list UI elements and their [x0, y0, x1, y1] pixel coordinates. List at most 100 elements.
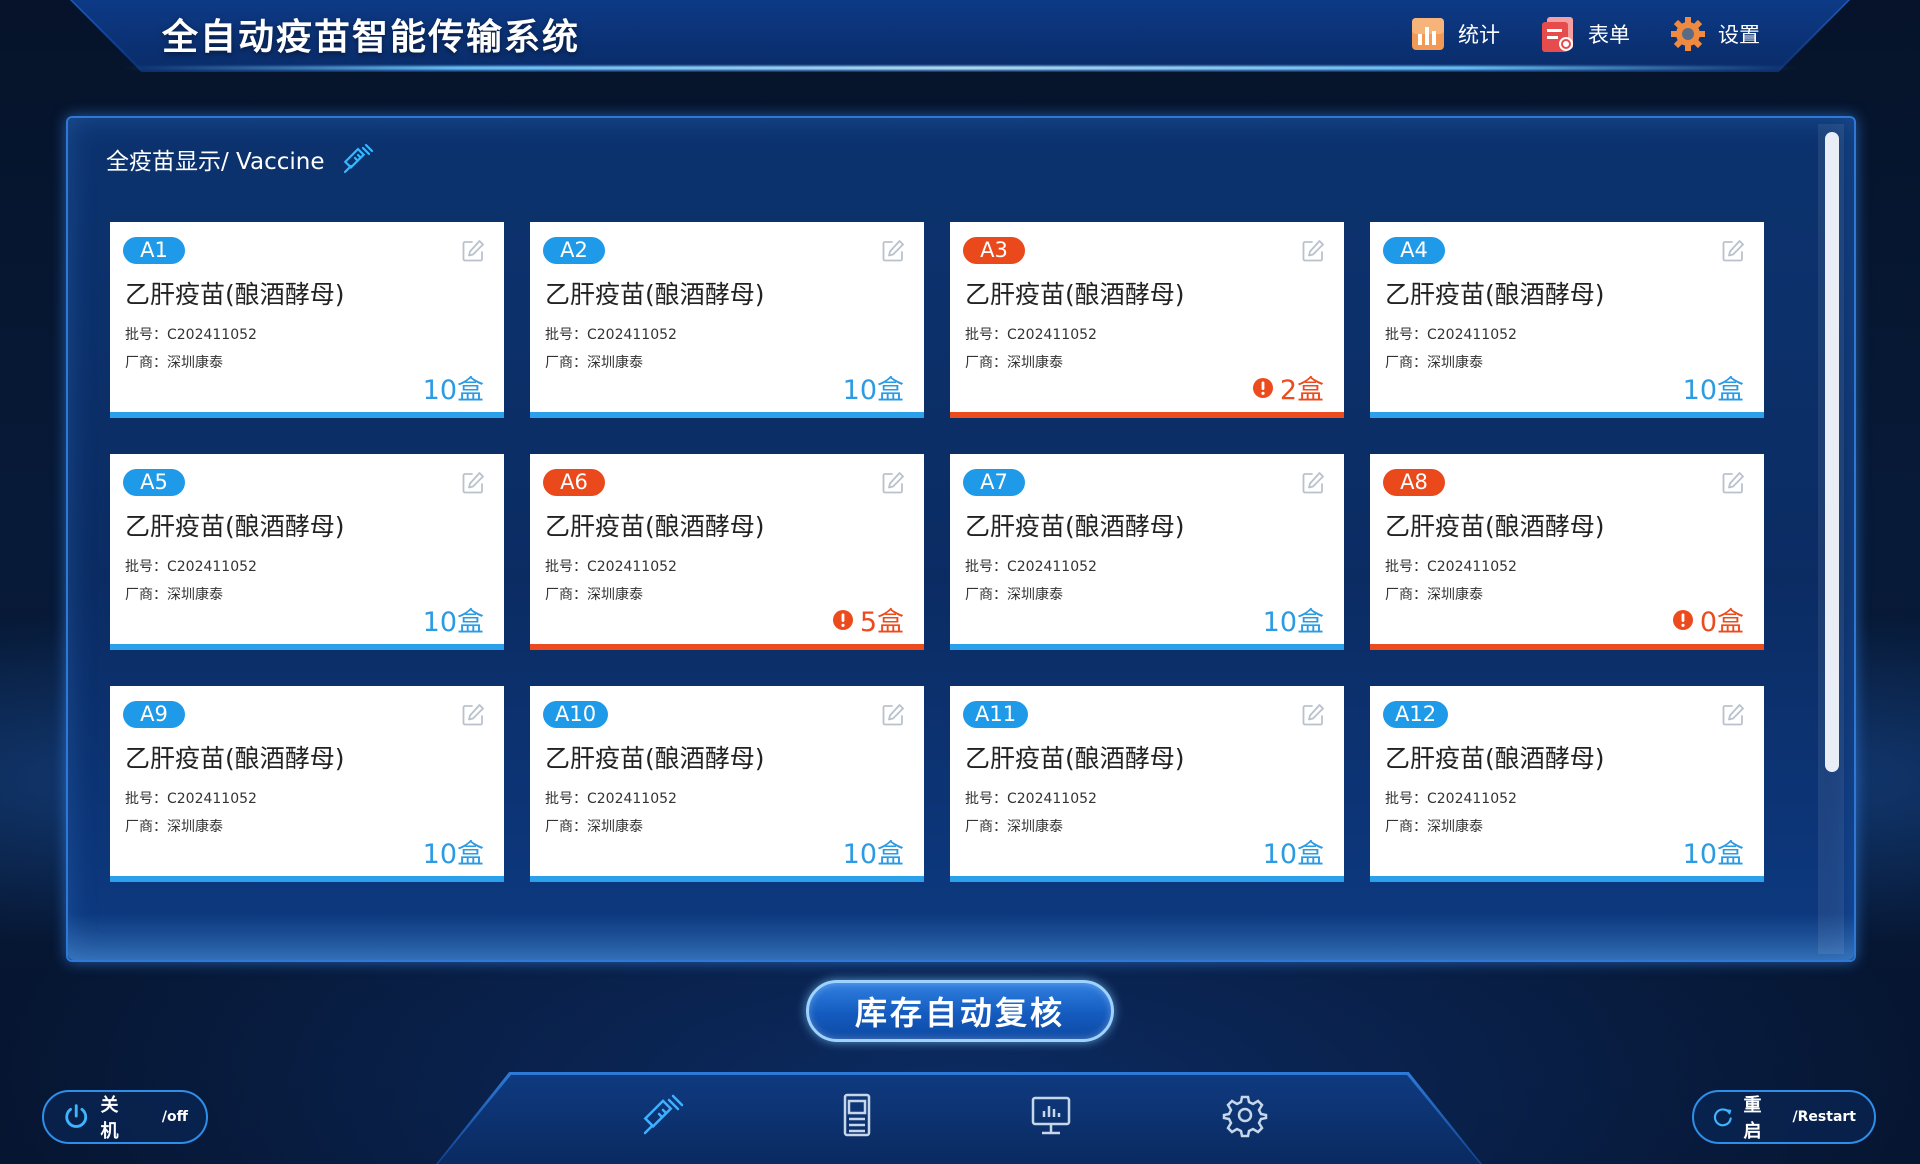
power-off-button[interactable]: 关 机 /off — [42, 1090, 208, 1144]
stock-quantity: 10盒 — [423, 368, 484, 407]
stock-quantity-value: 2盒 — [1279, 375, 1324, 406]
vaccine-name: 乙肝疫苗(酿酒酵母) — [545, 280, 765, 309]
stock-quantity: 10盒 — [1263, 600, 1324, 639]
stock-quantity-value: 10盒 — [842, 375, 904, 406]
vaccine-panel: 全疫苗显示/ Vaccine A1 乙肝疫苗(酿酒酵母) 批号：C202411052… — [66, 116, 1856, 962]
dock-settings-button[interactable] — [1222, 1092, 1268, 1138]
stock-quantity-value: 5盒 — [859, 607, 904, 638]
nav-form-label: 表单 — [1588, 23, 1630, 47]
vaccine-name: 乙肝疫苗(酿酒酵母) — [545, 744, 765, 773]
manufacturer: 厂商：深圳康泰 — [1385, 587, 1483, 603]
slot-tag: A7 — [963, 469, 1025, 496]
manufacturer: 厂商：深圳康泰 — [545, 355, 643, 371]
panel-scrollbar[interactable] — [1818, 124, 1844, 954]
power-off-label: 关 机 — [100, 1095, 123, 1142]
stock-quantity-value: 10盒 — [1682, 839, 1744, 870]
dock-monitor-button[interactable] — [1028, 1092, 1074, 1138]
dock-cabinet-button[interactable] — [834, 1092, 880, 1138]
restart-icon — [1713, 1108, 1732, 1127]
edit-icon[interactable] — [1720, 470, 1746, 496]
batch-number: 批号：C202411052 — [125, 559, 257, 575]
slot-tag: A10 — [543, 701, 609, 728]
slot-tag: A8 — [1383, 469, 1445, 496]
edit-icon[interactable] — [460, 702, 486, 728]
vaccine-name: 乙肝疫苗(酿酒酵母) — [965, 744, 1185, 773]
cabinet-icon — [843, 1093, 871, 1137]
scrollbar-thumb[interactable] — [1825, 132, 1839, 772]
manufacturer: 厂商：深圳康泰 — [965, 355, 1063, 371]
vaccine-card[interactable]: A10 乙肝疫苗(酿酒酵母) 批号：C202411052 厂商：深圳康泰 10盒 — [530, 686, 924, 882]
vaccine-name: 乙肝疫苗(酿酒酵母) — [125, 744, 345, 773]
edit-icon[interactable] — [1720, 702, 1746, 728]
stock-quantity: 10盒 — [843, 368, 904, 407]
edit-icon[interactable] — [880, 470, 906, 496]
vaccine-card[interactable]: A7 乙肝疫苗(酿酒酵母) 批号：C202411052 厂商：深圳康泰 10盒 — [950, 454, 1344, 650]
gear-icon — [1671, 17, 1705, 51]
vaccine-card[interactable]: A1 乙肝疫苗(酿酒酵母) 批号：C202411052 厂商：深圳康泰 10盒 — [110, 222, 504, 418]
vaccine-name: 乙肝疫苗(酿酒酵母) — [1385, 280, 1605, 309]
dock-vaccine-button[interactable] — [640, 1092, 686, 1138]
nav-form[interactable]: 表单 — [1538, 14, 1630, 54]
vaccine-card[interactable]: A5 乙肝疫苗(酿酒酵母) 批号：C202411052 厂商：深圳康泰 10盒 — [110, 454, 504, 650]
manufacturer: 厂商：深圳康泰 — [965, 819, 1063, 835]
vaccine-name: 乙肝疫苗(酿酒酵母) — [125, 512, 345, 541]
slot-tag: A1 — [123, 237, 185, 264]
vaccine-name: 乙肝疫苗(酿酒酵母) — [545, 512, 765, 541]
vaccine-name: 乙肝疫苗(酿酒酵母) — [965, 280, 1185, 309]
edit-icon[interactable] — [1300, 470, 1326, 496]
batch-number: 批号：C202411052 — [125, 791, 257, 807]
manufacturer: 厂商：深圳康泰 — [545, 587, 643, 603]
edit-icon[interactable] — [880, 238, 906, 264]
vaccine-name: 乙肝疫苗(酿酒酵母) — [1385, 744, 1605, 773]
stock-quantity: 10盒 — [423, 600, 484, 639]
batch-number: 批号：C202411052 — [545, 559, 677, 575]
vaccine-card[interactable]: A2 乙肝疫苗(酿酒酵母) 批号：C202411052 厂商：深圳康泰 10盒 — [530, 222, 924, 418]
manufacturer: 厂商：深圳康泰 — [125, 355, 223, 371]
vaccine-card[interactable]: A9 乙肝疫苗(酿酒酵母) 批号：C202411052 厂商：深圳康泰 10盒 — [110, 686, 504, 882]
slot-tag: A11 — [963, 701, 1029, 728]
vaccine-card[interactable]: A12 乙肝疫苗(酿酒酵母) 批号：C202411052 厂商：深圳康泰 10盒 — [1370, 686, 1764, 882]
edit-icon[interactable] — [1300, 702, 1326, 728]
gear-icon — [1222, 1095, 1268, 1138]
slot-tag: A6 — [543, 469, 605, 496]
manufacturer: 厂商：深圳康泰 — [1385, 355, 1483, 371]
alert-icon — [832, 609, 853, 630]
restart-button[interactable]: 重 启 /Restart — [1692, 1090, 1876, 1144]
nav-statistics[interactable]: 统计 — [1408, 14, 1500, 54]
stock-quantity-value: 10盒 — [1262, 607, 1324, 638]
edit-icon[interactable] — [1720, 238, 1746, 264]
manufacturer: 厂商：深圳康泰 — [125, 819, 223, 835]
syringe-icon — [643, 1094, 684, 1135]
slot-tag: A3 — [963, 237, 1025, 264]
batch-number: 批号：C202411052 — [1385, 791, 1517, 807]
edit-icon[interactable] — [1300, 238, 1326, 264]
vaccine-card[interactable]: A4 乙肝疫苗(酿酒酵母) 批号：C202411052 厂商：深圳康泰 10盒 — [1370, 222, 1764, 418]
edit-icon[interactable] — [460, 238, 486, 264]
slot-tag: A5 — [123, 469, 185, 496]
power-icon — [65, 1104, 88, 1128]
edit-icon[interactable] — [880, 702, 906, 728]
stock-quantity: 10盒 — [423, 832, 484, 871]
stock-quantity: 5盒 — [832, 600, 904, 639]
manufacturer: 厂商：深圳康泰 — [125, 587, 223, 603]
bar-chart-icon — [1412, 18, 1444, 50]
header-nav: 统计 表单 设置 — [1408, 14, 1760, 54]
vaccine-card[interactable]: A6 乙肝疫苗(酿酒酵母) 批号：C202411052 厂商：深圳康泰 5盒 — [530, 454, 924, 650]
manufacturer: 厂商：深圳康泰 — [545, 819, 643, 835]
manufacturer: 厂商：深圳康泰 — [965, 587, 1063, 603]
panel-title: 全疫苗显示/ Vaccine — [106, 142, 375, 176]
slot-tag: A2 — [543, 237, 605, 264]
restart-sublabel: /Restart — [1792, 1109, 1856, 1125]
auto-inventory-check-button[interactable]: 库存自动复核 — [806, 980, 1114, 1042]
vaccine-card[interactable]: A3 乙肝疫苗(酿酒酵母) 批号：C202411052 厂商：深圳康泰 2盒 — [950, 222, 1344, 418]
vaccine-card[interactable]: A8 乙肝疫苗(酿酒酵母) 批号：C202411052 厂商：深圳康泰 0盒 — [1370, 454, 1764, 650]
vaccine-name: 乙肝疫苗(酿酒酵母) — [965, 512, 1185, 541]
syringe-icon — [343, 143, 373, 174]
stock-quantity: 0盒 — [1672, 600, 1744, 639]
stock-quantity-value: 10盒 — [1682, 375, 1744, 406]
nav-settings[interactable]: 设置 — [1668, 14, 1760, 54]
vaccine-card[interactable]: A11 乙肝疫苗(酿酒酵母) 批号：C202411052 厂商：深圳康泰 10盒 — [950, 686, 1344, 882]
vaccine-name: 乙肝疫苗(酿酒酵母) — [125, 280, 345, 309]
edit-icon[interactable] — [460, 470, 486, 496]
manufacturer: 厂商：深圳康泰 — [1385, 819, 1483, 835]
